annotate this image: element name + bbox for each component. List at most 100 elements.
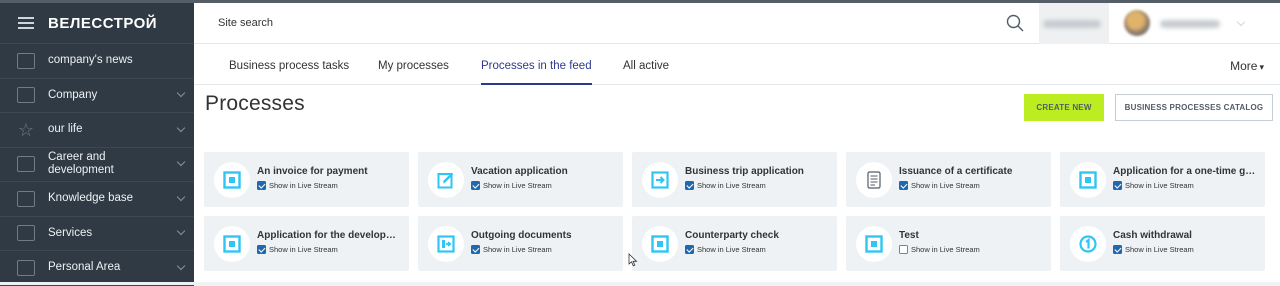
chevron-down-icon[interactable] <box>176 261 186 270</box>
checkbox-icon[interactable] <box>1113 245 1122 254</box>
live-stream-checkbox[interactable]: Show in Live Stream <box>1113 245 1194 254</box>
arrow-box-icon <box>651 171 669 189</box>
chevron-down-icon[interactable] <box>1236 17 1246 27</box>
grid-icon <box>17 259 35 276</box>
live-stream-checkbox[interactable]: Show in Live Stream <box>899 245 980 254</box>
search-icon[interactable] <box>1006 14 1024 32</box>
checkbox-label: Show in Live Stream <box>269 181 338 190</box>
process-title[interactable]: Issuance of a certificate <box>899 166 1045 177</box>
checkbox-label: Show in Live Stream <box>697 245 766 254</box>
square-icon <box>223 171 241 189</box>
checkbox-icon[interactable] <box>471 181 480 190</box>
services-icon <box>17 225 35 242</box>
sidebar-item-label: our life <box>48 123 83 136</box>
checkbox-label: Show in Live Stream <box>1125 245 1194 254</box>
live-stream-checkbox[interactable]: Show in Live Stream <box>1113 181 1194 190</box>
checkbox-label: Show in Live Stream <box>697 181 766 190</box>
process-title[interactable]: Application for the developm... <box>257 230 403 241</box>
process-title[interactable]: Cash withdrawal <box>1113 230 1259 241</box>
tab[interactable]: Processes in the feed <box>481 44 592 85</box>
checkbox-label: Show in Live Stream <box>1125 181 1194 190</box>
more-menu[interactable]: More ▾ <box>1230 44 1264 85</box>
process-card[interactable]: Application for a one-time gu... Show in … <box>1060 152 1265 207</box>
company-logo[interactable]: ВЕЛЕССТРОЙ <box>48 15 157 32</box>
process-title[interactable]: Outgoing documents <box>471 230 617 241</box>
company-icon <box>17 87 35 104</box>
tab[interactable]: All active <box>623 44 669 85</box>
user-avatar[interactable] <box>1124 10 1150 36</box>
live-stream-checkbox[interactable]: Show in Live Stream <box>685 181 766 190</box>
checkbox-label: Show in Live Stream <box>911 245 980 254</box>
process-card[interactable]: An invoice for payment Show in Live Strea… <box>204 152 409 207</box>
process-card[interactable]: Cash withdrawal Show in Live Stream <box>1060 216 1265 271</box>
top-header <box>194 3 1280 44</box>
search-input[interactable] <box>218 3 978 43</box>
sidebar-item-label: Career and development <box>48 151 114 177</box>
checkbox-label: Show in Live Stream <box>483 181 552 190</box>
mouse-cursor-icon <box>628 253 638 267</box>
process-title[interactable]: Business trip application <box>685 166 831 177</box>
sidebar-header: ВЕЛЕССТРОЙ <box>0 3 194 44</box>
sidebar-item[interactable]: Services <box>0 217 194 251</box>
process-card[interactable]: Counterparty check Show in Live Stream <box>632 216 837 271</box>
process-card[interactable]: Issuance of a certificate Show in Live St… <box>846 152 1051 207</box>
user-name-blurred[interactable] <box>1160 20 1220 28</box>
process-title[interactable]: Vacation application <box>471 166 617 177</box>
process-title[interactable]: Counterparty check <box>685 230 831 241</box>
live-stream-checkbox[interactable]: Show in Live Stream <box>471 181 552 190</box>
news-icon <box>17 52 35 69</box>
main-content: Processes CREATE NEW BUSINESS PROCESSES … <box>194 85 1280 282</box>
checkbox-icon[interactable] <box>1113 181 1122 190</box>
square-icon <box>865 235 883 253</box>
page-title: Processes <box>205 92 305 115</box>
sidebar-item[interactable]: Knowledge base <box>0 182 194 217</box>
chevron-down-icon[interactable] <box>176 123 186 132</box>
sidebar-item[interactable]: Personal Area <box>0 251 194 286</box>
sidebar: ВЕЛЕССТРОЙ company's news Company ☆ our lif… <box>0 3 194 286</box>
checkbox-icon[interactable] <box>899 245 908 254</box>
live-stream-checkbox[interactable]: Show in Live Stream <box>685 245 766 254</box>
process-card[interactable]: Application for the developm... Show in L… <box>204 216 409 271</box>
process-title[interactable]: An invoice for payment <box>257 166 403 177</box>
live-stream-checkbox[interactable]: Show in Live Stream <box>899 181 980 190</box>
process-title[interactable]: Test <box>899 230 1045 241</box>
chevron-down-icon[interactable] <box>176 89 186 98</box>
process-tabs: Business process tasks My processes Proces… <box>194 44 1280 85</box>
live-stream-checkbox[interactable]: Show in Live Stream <box>257 245 338 254</box>
checkbox-icon[interactable] <box>685 245 694 254</box>
chevron-down-icon[interactable] <box>176 227 186 236</box>
sidebar-item[interactable]: ☆ our life <box>0 113 194 148</box>
process-card[interactable]: Test Show in Live Stream <box>846 216 1051 271</box>
checkbox-label: Show in Live Stream <box>911 181 980 190</box>
sidebar-item[interactable]: Career and development <box>0 148 194 182</box>
process-card[interactable]: Business trip application Show in Live St… <box>632 152 837 207</box>
live-stream-checkbox[interactable]: Show in Live Stream <box>257 181 338 190</box>
chevron-down-icon[interactable] <box>176 192 186 201</box>
sidebar-item-label: Knowledge base <box>48 192 134 205</box>
checkbox-icon[interactable] <box>685 181 694 190</box>
checkbox-label: Show in Live Stream <box>483 245 552 254</box>
sidebar-item-label: Personal Area <box>48 261 121 274</box>
process-card[interactable]: Outgoing documents Show in Live Stream <box>418 216 623 271</box>
chart-icon <box>17 156 35 173</box>
checkbox-icon[interactable] <box>471 245 480 254</box>
sidebar-item-label: Company <box>48 88 98 101</box>
process-card[interactable]: Vacation application Show in Live Stream <box>418 152 623 207</box>
blurred-header-widget[interactable] <box>1039 3 1109 44</box>
create-new-button[interactable]: CREATE NEW <box>1024 94 1104 121</box>
square-icon <box>1079 171 1097 189</box>
checkbox-icon[interactable] <box>257 245 266 254</box>
menu-icon[interactable] <box>18 17 34 29</box>
live-stream-checkbox[interactable]: Show in Live Stream <box>471 245 552 254</box>
sidebar-item[interactable]: Company <box>0 79 194 113</box>
caret-down-icon: ▾ <box>1259 62 1264 72</box>
business-processes-catalog-button[interactable]: BUSINESS PROCESSES CATALOG <box>1115 94 1273 121</box>
tab[interactable]: Business process tasks <box>229 44 349 85</box>
sidebar-item[interactable]: company's news <box>0 44 194 79</box>
book-icon <box>17 190 35 207</box>
checkbox-icon[interactable] <box>899 181 908 190</box>
process-title[interactable]: Application for a one-time gu... <box>1113 166 1259 177</box>
tab[interactable]: My processes <box>378 44 449 85</box>
checkbox-icon[interactable] <box>257 181 266 190</box>
chevron-down-icon[interactable] <box>176 158 186 167</box>
